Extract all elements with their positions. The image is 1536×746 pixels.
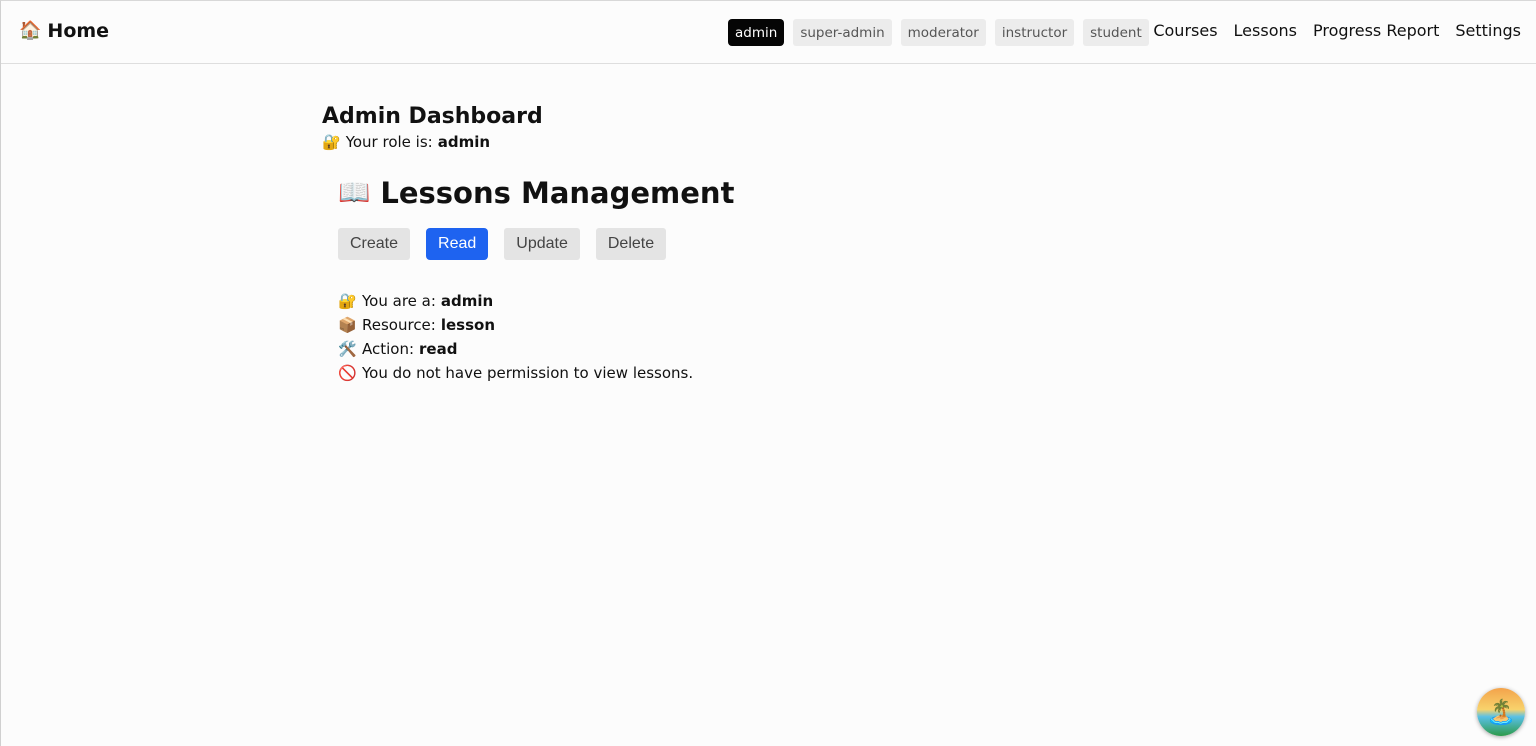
info-row-denied: 🚫 You do not have permission to view les… xyxy=(338,361,734,385)
info-row-resource: 📦 Resource: lesson xyxy=(338,313,734,337)
house-icon: 🏠 xyxy=(19,20,42,41)
home-label: Home xyxy=(47,20,110,42)
role-super-admin[interactable]: super-admin xyxy=(793,19,892,46)
permission-info: 🔐 You are a: admin 📦 Resource: lesson 🛠️… xyxy=(338,289,734,385)
role-info: 🔐 Your role is: admin xyxy=(322,133,543,151)
info-label: Resource: xyxy=(362,316,436,334)
info-label: You are a: xyxy=(362,292,436,310)
lock-icon: 🔐 xyxy=(338,292,357,310)
info-value: admin xyxy=(440,292,494,310)
role-instructor[interactable]: instructor xyxy=(994,19,1075,46)
panel-title: 📖 Lessons Management xyxy=(338,176,734,210)
create-button[interactable]: Create xyxy=(338,228,411,260)
top-navbar: 🏠 Home admin super-admin moderator instr… xyxy=(1,1,1536,64)
action-tabs: Create Read Update Delete xyxy=(338,228,734,260)
info-row-role: 🔐 You are a: admin xyxy=(338,289,734,313)
permission-denied-message: You do not have permission to view lesso… xyxy=(362,364,694,382)
role-prefix: Your role is: xyxy=(345,133,433,151)
floating-widget-button[interactable]: 🏝️ xyxy=(1477,688,1525,736)
home-link[interactable]: 🏠 Home xyxy=(19,20,109,42)
lock-icon: 🔐 xyxy=(322,133,341,151)
role-moderator[interactable]: moderator xyxy=(900,19,986,46)
info-value: lesson xyxy=(440,316,495,334)
role-student[interactable]: student xyxy=(1083,19,1149,46)
no-entry-icon: 🚫 xyxy=(338,364,357,382)
book-icon: 📖 xyxy=(338,178,371,208)
nav-links: Courses Lessons Progress Report Settings xyxy=(1153,21,1521,40)
delete-button[interactable]: Delete xyxy=(595,228,667,260)
island-icon: 🏝️ xyxy=(1486,698,1516,726)
role-value: admin xyxy=(437,133,491,151)
tools-icon: 🛠️ xyxy=(338,340,357,358)
page-title: Admin Dashboard xyxy=(322,104,543,129)
panel-title-text: Lessons Management xyxy=(380,176,735,210)
nav-link-settings[interactable]: Settings xyxy=(1455,21,1521,40)
update-button[interactable]: Update xyxy=(504,228,580,260)
dashboard-header: Admin Dashboard 🔐 Your role is: admin xyxy=(322,104,543,151)
info-label: Action: xyxy=(362,340,415,358)
info-row-action: 🛠️ Action: read xyxy=(338,337,734,361)
package-icon: 📦 xyxy=(338,316,357,334)
nav-link-lessons[interactable]: Lessons xyxy=(1234,21,1297,40)
info-value: read xyxy=(419,340,458,358)
nav-link-courses[interactable]: Courses xyxy=(1153,21,1217,40)
nav-link-progress-report[interactable]: Progress Report xyxy=(1313,21,1439,40)
role-admin[interactable]: admin xyxy=(728,19,785,46)
lessons-panel: 📖 Lessons Management Create Read Update … xyxy=(338,176,734,385)
read-button[interactable]: Read xyxy=(426,228,489,260)
role-switcher: admin super-admin moderator instructor s… xyxy=(728,19,1149,46)
